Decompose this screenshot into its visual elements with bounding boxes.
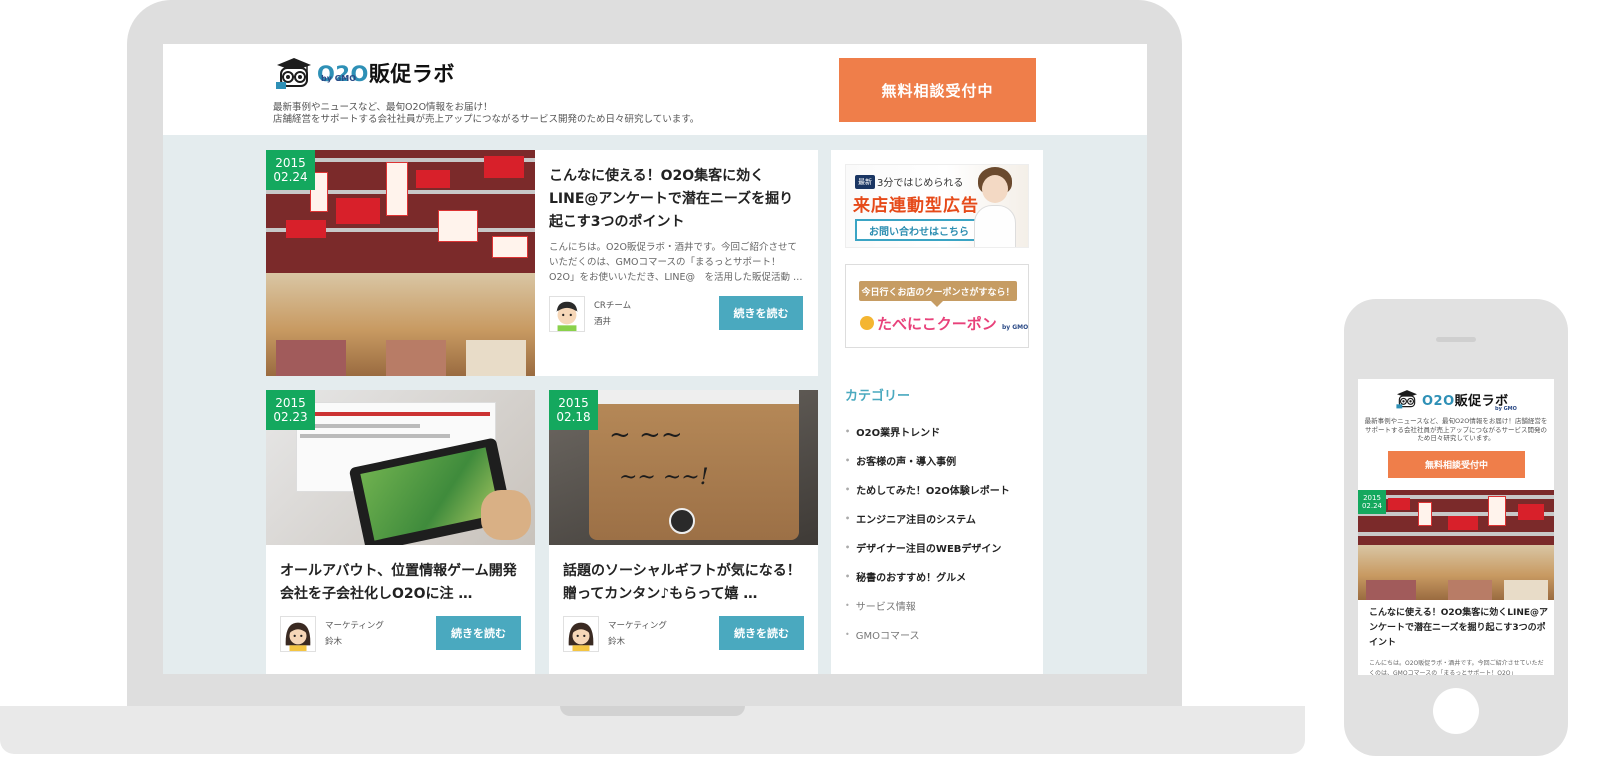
category-link[interactable]: お客様の声・導入事例 (845, 446, 1010, 475)
author-team: マーケティング (608, 621, 667, 631)
article-excerpt: こんにちは。O2O販促ラボ・酒井です。今回ご紹介させていただくのは、GMOコマー… (1369, 660, 1544, 675)
owl-mascot-icon (276, 58, 311, 89)
mobile-site: O2O販促ラボ by GMO 最新事例やニュースなど、最旬O2O情報をお届け！店… (1358, 379, 1554, 675)
banner-person-face (982, 175, 1008, 203)
article-title[interactable]: オールアバウト、位置情報ゲーム開発会社を子会社化しO2Oに注 … (280, 560, 526, 606)
free-consultation-button[interactable]: 無料相談受付中 (839, 58, 1036, 122)
banner-person-illustration (974, 205, 1016, 247)
category-link[interactable]: サービス情報 (845, 591, 1010, 620)
read-more-button[interactable]: 続きを読む (719, 296, 803, 330)
banner-subtitle: 3分ではじめられる (877, 178, 964, 189)
article-excerpt: こんにちは。O2O販促ラボ・酒井です。今回ご紹介させていただくのは、GMOコマー… (549, 242, 803, 283)
author-name: 鈴木 (325, 637, 343, 647)
banner-headline: 来店連動型広告 (853, 196, 979, 216)
sidebar: 最新 3分ではじめられる 来店連動型広告 お問い合わせはこちら 今日行くお店のク… (831, 150, 1043, 674)
date-badge: 2015 02.24 (266, 150, 315, 190)
article-author: CRチーム 酒井 (549, 296, 631, 332)
category-link[interactable]: 秘書のおすすめ！グルメ (845, 562, 1010, 591)
desktop-site: O2O販促ラボ by GMO 最新事例やニュースなど、最旬O2O情報をお届け！ … (163, 44, 1147, 674)
article-title[interactable]: 話題のソーシャルギフトが気になる！贈ってカンタン♪もらって嬉 … (563, 560, 809, 606)
category-link[interactable]: ためしてみた！O2O体験レポート (845, 475, 1010, 504)
article-author: マーケティング 鈴木 (280, 616, 384, 652)
category-link[interactable]: デザイナー注目のWEBデザイン (845, 533, 1010, 562)
date-badge: 2015 02.18 (549, 390, 598, 430)
category-list: O2O業界トレンド お客様の声・導入事例 ためしてみた！O2O体験レポート エン… (845, 417, 1010, 649)
article-author: マーケティング 鈴木 (563, 616, 667, 652)
tabeniko-logo: たべにこクーポン by GMO (860, 313, 1028, 334)
free-consultation-button[interactable]: 無料相談受付中 (1388, 451, 1525, 478)
category-link[interactable]: エンジニア注目のシステム (845, 504, 1010, 533)
article-card[interactable]: ~ ~~ ~~ ~~! 2015 02.18 話題のソーシャルギフトが気になる！贈… (549, 390, 818, 674)
contact-button[interactable]: お問い合わせはこちら (855, 219, 983, 241)
new-badge: 最新 (855, 175, 875, 189)
date-badge: 2015 02.23 (266, 390, 315, 430)
site-tagline: 最新事例やニュースなど、最旬O2O情報をお届け！店舗経営をサポートする会社社員が… (1364, 417, 1548, 442)
article-thumbnail[interactable] (1358, 490, 1554, 600)
logo-by-gmo: by GMO (1495, 406, 1517, 412)
author-avatar (549, 296, 585, 332)
owl-mascot-icon (1396, 390, 1417, 409)
logo-by-gmo: by GMO (321, 74, 357, 83)
category-link[interactable]: O2O業界トレンド (845, 417, 1010, 446)
article-card-featured[interactable]: 2015 02.24 こんなに使える！O2O集客に効くLINE@アンケートで潜在ニ… (266, 150, 818, 376)
read-more-button[interactable]: 続きを読む (436, 616, 521, 650)
author-team: マーケティング (325, 621, 384, 631)
laptop-base-notch (560, 706, 745, 716)
banner-speech-bubble: 今日行くお店のクーポンさがすなら！ (859, 281, 1017, 307)
author-avatar (280, 616, 316, 652)
author-name: 鈴木 (608, 637, 626, 647)
category-link[interactable]: GMOコマース (845, 620, 1010, 649)
article-title[interactable]: こんなに使える！O2O集客に効くLINE@アンケートで潜在ニーズを掘り起こす3つ… (1369, 606, 1549, 651)
site-tagline: 最新事例やニュースなど、最旬O2O情報をお届け！ 店舗経営をサポートする会社社員… (273, 102, 700, 125)
site-header: O2O販促ラボ by GMO 最新事例やニュースなど、最旬O2O情報をお届け！ … (163, 44, 1147, 135)
ad-banner-tabeniko-coupon[interactable]: 今日行くお店のクーポンさがすなら！ たべにこクーポン by GMO (845, 264, 1029, 348)
logo-text: O2O販促ラボ (317, 62, 455, 86)
read-more-button[interactable]: 続きを読む (719, 616, 804, 650)
article-card[interactable]: 2015 02.23 オールアバウト、位置情報ゲーム開発会社を子会社化しO2Oに注… (266, 390, 535, 674)
author-avatar (563, 616, 599, 652)
ad-banner-store-linked[interactable]: 最新 3分ではじめられる 来店連動型広告 お問い合わせはこちら (845, 164, 1029, 248)
site-logo[interactable]: O2O販促ラボ (273, 56, 455, 90)
author-name: 酒井 (594, 317, 612, 327)
author-team: CRチーム (594, 301, 632, 311)
phone-home-button[interactable] (1433, 688, 1479, 734)
smile-icon (860, 316, 874, 330)
site-logo[interactable]: O2O販促ラボ (1394, 389, 1509, 409)
phone-speaker (1436, 337, 1476, 342)
date-badge: 2015 02.24 (1358, 490, 1386, 514)
category-heading: カテゴリー (845, 389, 911, 404)
article-title[interactable]: こんなに使える！O2O集客に効くLINE@アンケートで潜在ニーズを掘り起こす3つ… (549, 165, 805, 234)
